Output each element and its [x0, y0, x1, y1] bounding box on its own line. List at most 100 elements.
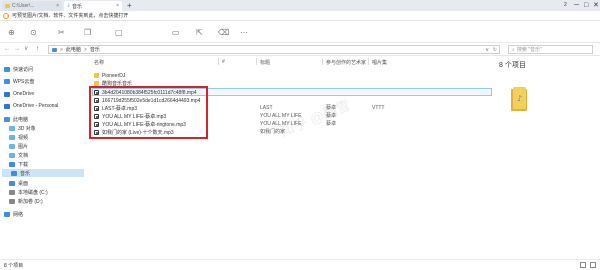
highlight-annotation-box	[89, 86, 208, 139]
music-icon: ♪	[67, 3, 70, 9]
rename-icon[interactable]: ▭	[172, 29, 180, 37]
column-divider[interactable]	[322, 58, 323, 65]
new-item-icon[interactable]: ⊕	[8, 29, 15, 37]
back-button[interactable]: ←	[4, 46, 10, 53]
cell-title: YOU ALL MY LIFE	[260, 113, 302, 119]
cell-album: VTTT	[372, 105, 385, 111]
folder-icon	[5, 4, 10, 8]
sidebar-item-wps-cloud[interactable]: WPS云盘	[4, 77, 34, 85]
address-dropdown-button[interactable]: ∨	[485, 47, 489, 53]
navigation-bar: ← → ∨ ↑ > 此电脑 > 音乐 ∨ ↻ ⌕ 搜索 "音乐"	[0, 43, 600, 56]
column-header-name[interactable]: 名称	[94, 59, 104, 66]
column-header-album[interactable]: 唱片集	[372, 59, 387, 66]
cell-artist: 蔡卓	[326, 113, 337, 119]
sidebar-item-3d-objects[interactable]: 3D 对象	[9, 124, 36, 132]
cube-icon	[9, 125, 15, 131]
breadcrumb-this-pc[interactable]: 此电脑	[66, 46, 81, 53]
folder-icon	[94, 73, 99, 78]
column-header-title[interactable]: 标题	[260, 59, 270, 66]
cloud-icon	[4, 78, 10, 84]
cell-title: 如我门的家	[260, 129, 286, 135]
tab-close-button[interactable]: ×	[56, 3, 59, 9]
ribbon-toolbar: ⊕ ⊙ ✂ ❐ ▢ ▭ ⇱ ⌫ ⋯	[0, 21, 600, 43]
sidebar-item-drive-d[interactable]: 新加卷 (D:)	[9, 197, 43, 205]
column-headers: 名称 # 标题 参与创作的艺术家 唱片集	[92, 58, 492, 66]
music-icon	[11, 170, 17, 176]
close-window-button[interactable]: ✕	[593, 1, 599, 10]
search-placeholder: 搜索 "音乐"	[516, 47, 542, 53]
status-item-count: 8 个项目	[4, 262, 24, 269]
new-tab-button[interactable]: +	[127, 1, 132, 10]
sidebar-item-desktop[interactable]: 桌面	[9, 179, 28, 187]
sidebar-item-music[interactable]: 音乐	[2, 169, 84, 177]
maximize-button[interactable]: □	[584, 1, 588, 10]
tab-previous[interactable]: C:\User\... ×	[2, 1, 62, 11]
cloud-icon	[4, 103, 10, 109]
video-icon	[9, 134, 15, 140]
column-header-artist[interactable]: 参与创作的艺术家	[326, 59, 366, 66]
cloud-icon	[4, 91, 10, 97]
computer-icon	[52, 47, 57, 52]
sidebar-item-label: 桌面	[18, 180, 29, 187]
computer-icon	[4, 116, 10, 122]
paste-icon[interactable]: ▢	[115, 29, 123, 37]
sidebar-item-drive-c[interactable]: 本地磁盘 (C:)	[9, 188, 48, 196]
window-badge: 2	[564, 2, 567, 8]
refresh-button[interactable]: ↻	[493, 47, 497, 53]
sidebar-item-label: 本地磁盘 (C:)	[18, 189, 48, 196]
column-divider[interactable]	[256, 58, 257, 65]
share-icon[interactable]: ⇱	[196, 29, 203, 37]
drive-icon	[9, 189, 15, 195]
tab-bar: C:\User\... × ♪ 音乐 × + 2 ─ □ ✕	[0, 0, 600, 11]
tab-close-button[interactable]: ×	[116, 3, 119, 9]
sidebar-item-this-pc[interactable]: 此电脑	[4, 115, 28, 123]
address-bar[interactable]: > 此电脑 > 音乐 ∨ ↻	[48, 45, 500, 54]
notice-text: 可预览图片/文档、软件、文件夹到此，点击快捷打开	[12, 13, 129, 19]
sidebar-item-label: 快速访问	[13, 66, 34, 73]
sidebar-item-documents[interactable]: 文档	[9, 151, 28, 159]
sidebar-item-quick-access[interactable]: 快速访问	[4, 65, 33, 73]
options-icon[interactable]: ⊙	[30, 29, 37, 37]
sidebar-item-label: OneDrive	[13, 91, 35, 97]
delete-icon[interactable]: ⌫	[218, 29, 229, 37]
cut-icon[interactable]: ✂	[58, 29, 65, 37]
sidebar-item-onedrive[interactable]: OneDrive	[4, 90, 34, 98]
copy-icon[interactable]: ❐	[84, 29, 91, 37]
sidebar-item-label: OneDrive - Personal	[13, 103, 59, 109]
search-input[interactable]: ⌕ 搜索 "音乐"	[508, 45, 593, 54]
sidebar-item-label: 3D 对象	[18, 125, 36, 132]
list-item-folder[interactable]: PioneerDJ	[94, 72, 125, 79]
sidebar-item-label: 音乐	[20, 170, 31, 177]
forward-button[interactable]: →	[14, 46, 20, 53]
sidebar-item-label: 网络	[13, 211, 24, 218]
cell-title: YOU ALL MY LIFE	[260, 121, 302, 127]
cell-artist: 蔡卓	[326, 121, 337, 127]
column-header-number[interactable]: #	[222, 59, 225, 65]
sidebar-item-label: 新加卷 (D:)	[18, 198, 43, 205]
sidebar-item-label: WPS云盘	[13, 78, 35, 85]
breadcrumb-separator: >	[60, 46, 63, 53]
breadcrumb-music[interactable]: 音乐	[90, 46, 100, 53]
tab-music[interactable]: ♪ 音乐 ×	[64, 1, 122, 11]
large-icons-view-icon[interactable]	[590, 262, 596, 268]
column-divider[interactable]	[218, 58, 219, 65]
sidebar-item-label: 此电脑	[13, 116, 29, 123]
column-divider[interactable]	[368, 58, 369, 65]
sidebar-item-label: 下载	[18, 161, 29, 168]
star-icon	[4, 66, 10, 72]
sidebar-item-pictures[interactable]: 图片	[9, 142, 28, 150]
recent-locations-button[interactable]: ∨	[24, 46, 28, 53]
sidebar-item-downloads[interactable]: 下载	[9, 160, 28, 168]
cell-title: LAST	[260, 105, 273, 111]
desktop-icon	[9, 180, 15, 186]
up-button[interactable]: ↑	[36, 46, 39, 53]
sidebar-item-onedrive-personal[interactable]: OneDrive - Personal	[4, 102, 58, 110]
quick-access-notice[interactable]: 可预览图片/文档、软件、文件夹到此，点击快捷打开	[0, 11, 600, 21]
cell-artist: 蔡卓	[326, 105, 337, 111]
sidebar-item-network[interactable]: 网络	[4, 210, 23, 218]
sidebar-item-videos[interactable]: 视频	[9, 133, 28, 141]
search-icon: ⌕	[512, 46, 515, 53]
details-view-icon[interactable]	[580, 262, 586, 268]
minimize-button[interactable]: ─	[574, 1, 579, 10]
more-icon[interactable]: ⋯	[240, 29, 248, 37]
